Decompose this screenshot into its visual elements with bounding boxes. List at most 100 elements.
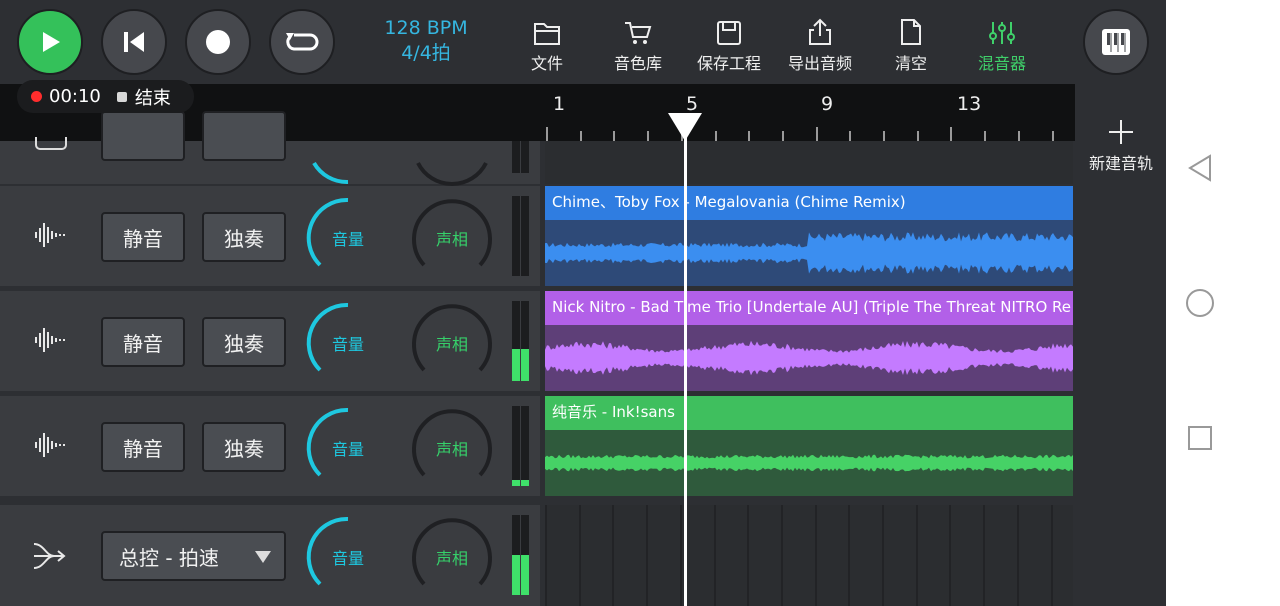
- track-lane[interactable]: Nick Nitro - Bad Time Trio [Undertale AU…: [545, 291, 1073, 391]
- save-icon: [717, 21, 741, 45]
- save-project-label: 保存工程: [696, 54, 761, 73]
- track-lane[interactable]: 纯音乐 - Ink!sans: [545, 396, 1073, 496]
- audio-clip[interactable]: Chime、Toby Fox - Megalovania (Chime Remi…: [545, 186, 1073, 286]
- grid-line: [780, 505, 783, 606]
- grid-line: [814, 505, 817, 606]
- master-mode-select[interactable]: 总控 - 拍速: [101, 531, 286, 581]
- mixer-button[interactable]: 混音器: [962, 16, 1042, 74]
- sound-library-label: 音色库: [613, 54, 662, 73]
- audio-clip[interactable]: Nick Nitro - Bad Time Trio [Undertale AU…: [545, 291, 1073, 391]
- export-audio-button[interactable]: 导出音频: [780, 16, 860, 74]
- ruler-tick: [1017, 131, 1020, 141]
- save-project-button[interactable]: 保存工程: [689, 16, 769, 74]
- rewind-button[interactable]: [101, 9, 167, 75]
- grid-line: [949, 505, 952, 606]
- mute-button[interactable]: 静音: [101, 317, 185, 367]
- volume-knob[interactable]: 音量: [305, 405, 391, 491]
- ruler-tick: [984, 131, 987, 141]
- ruler-tick: [647, 131, 650, 141]
- pan-knob[interactable]: 声相: [409, 405, 495, 491]
- waveform: [545, 232, 1073, 274]
- grid-line: [578, 505, 581, 606]
- loop-icon: [286, 33, 319, 51]
- mute-button[interactable]: 静音: [101, 422, 185, 472]
- waveform: [545, 340, 1073, 376]
- merge-arrow-icon: [33, 543, 66, 569]
- recents-nav-button[interactable]: [1182, 420, 1218, 456]
- cart-icon: [625, 22, 652, 44]
- clear-button[interactable]: 清空: [871, 16, 951, 74]
- master-meter-right: [521, 515, 529, 595]
- ruler-tick: [781, 131, 784, 141]
- export-icon: [809, 18, 831, 45]
- audio-track: 静音 独奏 音量 声相 Chime、Toby Fox - Megalovania…: [0, 186, 1075, 286]
- solo-button[interactable]: [202, 111, 286, 161]
- playhead-line: [684, 135, 687, 606]
- audio-clip[interactable]: 纯音乐 - Ink!sans: [545, 396, 1073, 496]
- grid-line: [848, 505, 851, 606]
- clip-title: Nick Nitro - Bad Time Trio [Undertale AU…: [545, 291, 1073, 325]
- level-meter-right: [521, 196, 529, 276]
- track-lane[interactable]: Chime、Toby Fox - Megalovania (Chime Remi…: [545, 186, 1073, 286]
- stop-square-icon[interactable]: [116, 91, 127, 102]
- master-pan-knob-label: 声相: [435, 549, 468, 568]
- mute-button[interactable]: [101, 111, 185, 161]
- pan-knob-label: 声相: [435, 440, 468, 459]
- track-partial: [0, 111, 1075, 186]
- track-controls: 静音 独奏 音量 声相: [0, 291, 540, 391]
- audio-wave-icon: [35, 328, 65, 352]
- top-toolbar: 128 BPM 4/4拍 文件 音色库 保存工程 导出音频 清空 混音器: [0, 0, 1166, 84]
- volume-knob-label: 音量: [331, 335, 364, 354]
- pan-knob[interactable]: 声相: [409, 300, 495, 386]
- music-daw-app: 128 BPM 4/4拍 文件 音色库 保存工程 导出音频 清空 混音器 00:…: [0, 0, 1166, 606]
- dropdown-arrow-icon: [255, 551, 271, 563]
- master-volume-knob[interactable]: 音量: [305, 514, 391, 600]
- mute-button[interactable]: 静音: [101, 212, 185, 262]
- solo-button[interactable]: 独奏: [202, 212, 286, 262]
- recents-square-icon: [1188, 426, 1212, 450]
- bpm-value: 128 BPM: [384, 17, 468, 39]
- grid-line: [612, 505, 615, 606]
- grid-line: [1050, 505, 1053, 606]
- solo-button[interactable]: 独奏: [202, 317, 286, 367]
- grid-line: [679, 505, 682, 606]
- bar-number: 13: [957, 93, 982, 115]
- level-meter-left: [512, 196, 520, 276]
- track-lane[interactable]: [545, 141, 1073, 184]
- ruler-tick: [849, 131, 852, 141]
- tempo-display[interactable]: 128 BPM 4/4拍: [366, 16, 486, 66]
- play-button[interactable]: [17, 9, 83, 75]
- recording-dot-icon: [31, 91, 42, 102]
- stop-recording-label[interactable]: 结束: [135, 84, 171, 110]
- audio-track: 静音 独奏 音量 声相 Nick Nitro - Bad Time Trio […: [0, 291, 1075, 391]
- ruler-tick: [579, 131, 582, 141]
- bar-number: 9: [821, 93, 834, 115]
- master-pan-knob[interactable]: 声相: [409, 514, 495, 600]
- volume-knob[interactable]: [305, 101, 391, 187]
- pan-knob[interactable]: [409, 101, 495, 187]
- sound-library-button[interactable]: 音色库: [598, 16, 678, 74]
- time-signature: 4/4拍: [401, 42, 451, 64]
- master-track: 总控 - 拍速 音量 声相: [0, 505, 1075, 606]
- back-triangle-icon: [1188, 154, 1211, 182]
- piano-button[interactable]: [1083, 9, 1149, 75]
- record-button[interactable]: [185, 9, 251, 75]
- volume-knob-label: 音量: [331, 230, 364, 249]
- loop-button[interactable]: [269, 9, 335, 75]
- master-lane[interactable]: [545, 505, 1073, 606]
- ruler-tick: [950, 127, 953, 141]
- volume-knob[interactable]: 音量: [305, 195, 391, 281]
- pan-knob[interactable]: 声相: [409, 195, 495, 281]
- volume-knob[interactable]: 音量: [305, 300, 391, 386]
- grid-line: [983, 505, 986, 606]
- folder-icon: [534, 23, 560, 45]
- back-nav-button[interactable]: [1182, 150, 1218, 186]
- mixer-label: 混音器: [977, 54, 1026, 73]
- home-nav-button[interactable]: [1182, 285, 1218, 321]
- clip-title: Chime、Toby Fox - Megalovania (Chime Remi…: [545, 186, 1073, 220]
- solo-button[interactable]: 独奏: [202, 422, 286, 472]
- play-icon: [43, 32, 60, 52]
- file-button[interactable]: 文件: [507, 16, 587, 74]
- new-track-button[interactable]: 新建音轨: [1078, 118, 1164, 174]
- export-audio-label: 导出音频: [787, 54, 852, 73]
